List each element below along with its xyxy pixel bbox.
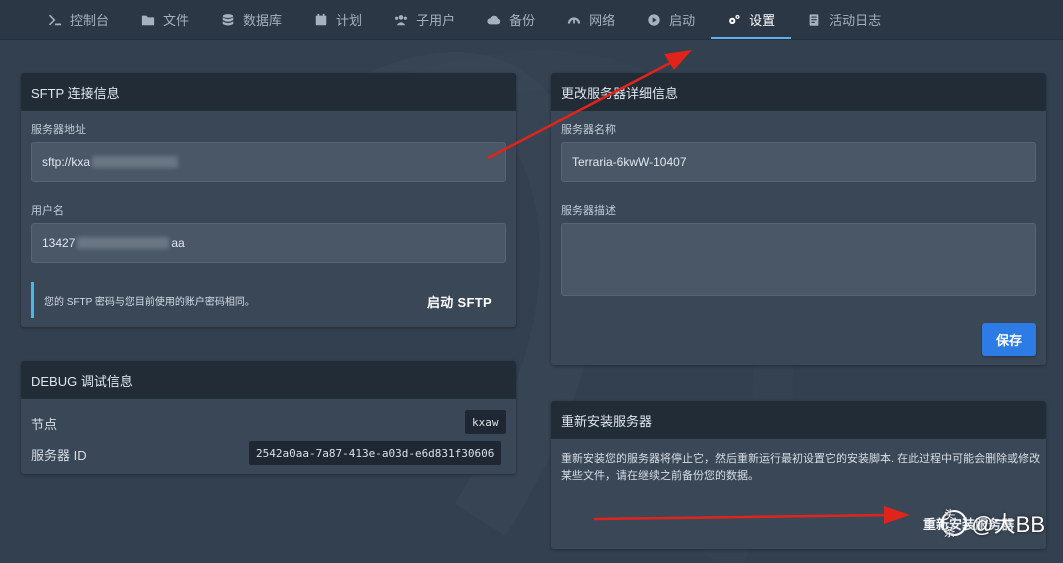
note-text: 您的 SFTP 密码与您目前使用的账户密码相同。 (44, 296, 255, 308)
server-name-label: 服务器名称 (561, 124, 616, 136)
panel-title: SFTP 连接信息 (21, 73, 516, 111)
sftp-panel: SFTP 连接信息 服务器地址 sftp://kxa 用户名 13427 aa … (21, 73, 516, 327)
nav-item-backup[interactable]: 备份 (471, 0, 551, 39)
nav-item-files[interactable]: 文件 (125, 0, 205, 39)
server-description-label: 服务器描述 (561, 205, 616, 217)
panel-title: 更改服务器详细信息 (551, 73, 1046, 111)
node-label: 节点 (31, 417, 58, 432)
server-address-label: 服务器地址 (31, 124, 86, 136)
play-icon (647, 13, 661, 27)
top-nav: 控制台 文件 数据库 计划 子用户 备份 网络 启动 设置 活动日志 (0, 0, 1063, 40)
gears-icon (727, 13, 741, 27)
terminal-icon (48, 13, 62, 27)
debug-panel: DEBUG 调试信息 节点 kxaw 服务器 ID 2542a0aa-7a87-… (21, 361, 516, 474)
database-icon (221, 13, 235, 27)
nav-item-subusers[interactable]: 子用户 (378, 0, 471, 39)
watermark-text: @大BB (971, 512, 1045, 537)
username-suffix: aa (171, 236, 185, 250)
nav-label: 文件 (163, 13, 190, 28)
nav-item-database[interactable]: 数据库 (205, 0, 298, 39)
nav-label: 活动日志 (829, 13, 882, 28)
launch-sftp-button[interactable]: 启动 SFTP (427, 292, 492, 311)
nav-item-console[interactable]: 控制台 (32, 0, 125, 39)
nav-label: 备份 (509, 13, 536, 28)
folder-icon (141, 13, 155, 27)
save-button[interactable]: 保存 (982, 323, 1036, 356)
cloud-upload-icon (487, 13, 501, 27)
server-address-field[interactable]: sftp://kxa (31, 142, 506, 182)
server-id-value: 2542a0aa-7a87-413e-a03d-e6d831f30606 (249, 441, 502, 465)
username-prefix: 13427 (42, 236, 76, 250)
reinstall-description: 重新安装您的服务器将停止它，然后重新运行最初设置它的安装脚本. 在此过程中可能会… (561, 453, 1041, 482)
server-name-input[interactable]: Terraria-6kwW-10407 (561, 142, 1036, 182)
calendar-icon (314, 13, 328, 27)
users-icon (394, 13, 408, 27)
nav-label: 计划 (336, 13, 363, 28)
panel-title: 重新安装服务器 (551, 401, 1046, 439)
nav-item-startup[interactable]: 启动 (631, 0, 711, 39)
panel-title: DEBUG 调试信息 (21, 361, 516, 399)
nav-label: 数据库 (243, 13, 283, 28)
server-address-value: sftp://kxa (42, 155, 91, 169)
nav-item-schedule[interactable]: 计划 (298, 0, 378, 39)
nav-label: 设置 (749, 13, 776, 28)
server-details-panel: 更改服务器详细信息 服务器名称 Terraria-6kwW-10407 服务器描… (551, 73, 1046, 365)
username-field[interactable]: 13427 aa (31, 223, 506, 263)
nav-item-network[interactable]: 网络 (551, 0, 631, 39)
nav-item-settings[interactable]: 设置 (711, 0, 792, 39)
watermark: 头条 @大BB (941, 507, 1045, 539)
watermark-logo-icon: 头条 (941, 508, 968, 539)
redacted-blur (77, 237, 170, 249)
log-icon (807, 13, 821, 27)
nav-label: 启动 (669, 13, 696, 28)
network-icon (567, 13, 581, 27)
nav-item-activity-log[interactable]: 活动日志 (791, 0, 897, 39)
nav-label: 网络 (589, 13, 616, 28)
server-id-label: 服务器 ID (31, 448, 87, 463)
node-value: kxaw (465, 410, 506, 434)
nav-label: 控制台 (70, 13, 110, 28)
redacted-blur (92, 156, 179, 168)
username-label: 用户名 (31, 205, 64, 217)
nav-label: 子用户 (416, 13, 456, 28)
server-description-textarea[interactable] (561, 223, 1036, 296)
